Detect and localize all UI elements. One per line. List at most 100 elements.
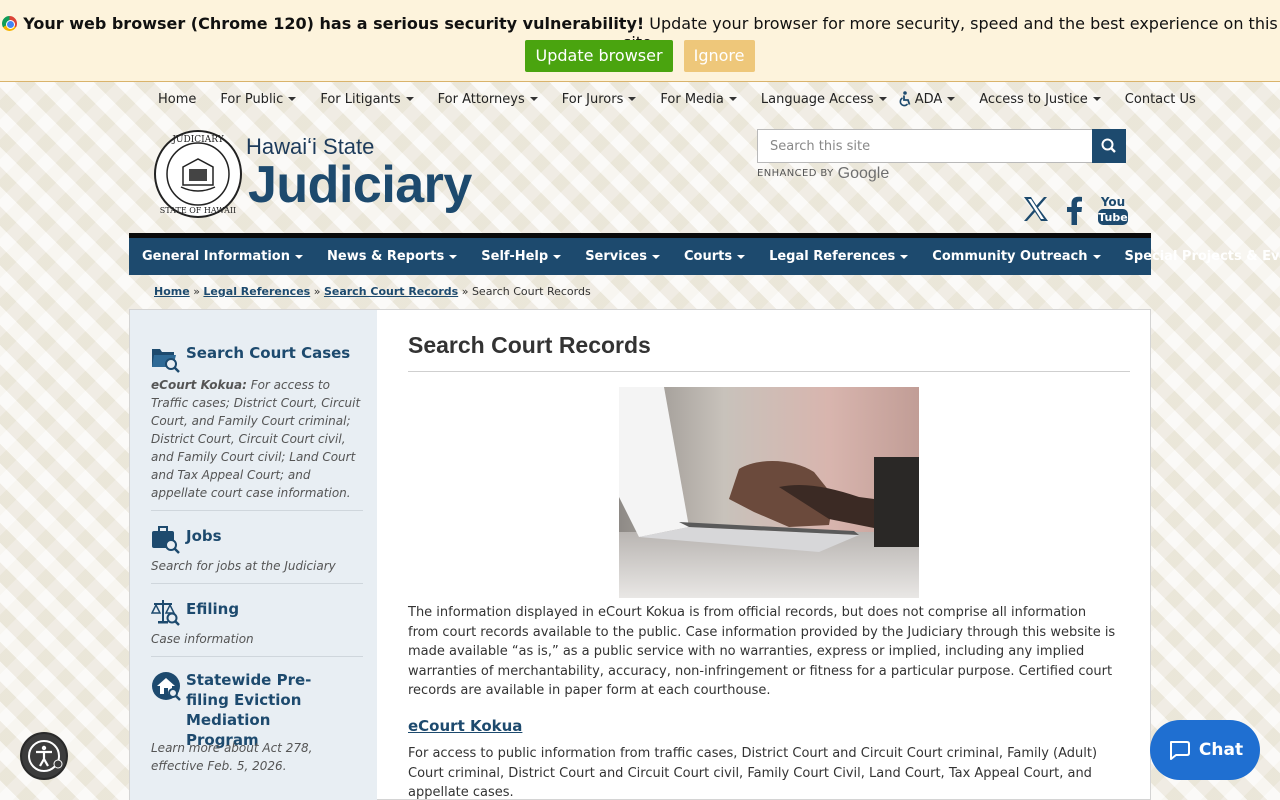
breadcrumb-sep: » — [313, 285, 321, 298]
topnav-for-jurors[interactable]: For Jurors — [562, 91, 637, 107]
caret-down-icon — [449, 254, 458, 259]
topnav-for-public-label: For Public — [220, 91, 284, 107]
mainnav-self-help[interactable]: Self-Help — [481, 249, 562, 264]
accessibility-button[interactable] — [20, 732, 68, 780]
topnav-language-access[interactable]: Language Access — [761, 91, 887, 107]
search-input[interactable]: Search this site — [757, 129, 1093, 163]
breadcrumb-home[interactable]: Home — [154, 285, 190, 298]
content-frame: Search Court Cases eCourt Kokua: For acc… — [129, 309, 1151, 800]
breadcrumb-search-court-records[interactable]: Search Court Records — [324, 285, 458, 298]
facebook-icon[interactable] — [1064, 194, 1084, 226]
mainnav-legal-references[interactable]: Legal References — [769, 249, 909, 264]
sidebar-item-desc-text: For access to Traffic cases; District Co… — [151, 378, 361, 500]
x-twitter-icon[interactable] — [1021, 194, 1051, 224]
breadcrumb-current: Search Court Records — [471, 285, 591, 298]
sidebar-divider — [151, 510, 363, 511]
topnav-for-jurors-label: For Jurors — [561, 91, 624, 107]
mainnav-legal-references-label: Legal References — [769, 249, 896, 264]
intro-paragraph: The information displayed in eCourt Koku… — [408, 605, 1116, 698]
logo-title[interactable]: Judiciary — [248, 155, 472, 215]
caret-down-icon — [1092, 97, 1101, 101]
chat-button[interactable]: Chat — [1150, 720, 1260, 780]
search-button[interactable] — [1092, 129, 1126, 163]
sidebar-item-title: Search Court Cases — [186, 344, 351, 362]
mainnav-self-help-label: Self-Help — [481, 249, 549, 264]
sidebar-item-desc: eCourt Kokua: For access to Traffic case… — [151, 376, 361, 502]
caret-down-icon — [288, 97, 297, 101]
topnav-for-litigants-label: For Litigants — [320, 91, 401, 107]
banner-bold-text: Your web browser (Chrome 120) has a seri… — [23, 14, 645, 33]
mainnav-special-projects-events[interactable]: Special Projects & Events — [1125, 249, 1280, 264]
topnav-access-to-justice[interactable]: Access to Justice — [979, 91, 1101, 107]
caret-down-icon — [947, 97, 956, 101]
mainnav-general-information-label: General Information — [142, 249, 290, 264]
search-icon — [1101, 138, 1116, 153]
breadcrumb-legal-references[interactable]: Legal References — [203, 285, 310, 298]
topnav-access-to-justice-label: Access to Justice — [979, 91, 1088, 107]
mainnav-community-outreach-label: Community Outreach — [932, 249, 1088, 264]
caret-down-icon — [553, 254, 562, 259]
sidebar-item-desc: Learn more about Act 278, effective Feb.… — [151, 741, 313, 773]
ecourt-kokua-link[interactable]: eCourt Kokua — [408, 717, 522, 735]
sidebar-divider — [151, 583, 363, 584]
topnav-ada[interactable]: ADA — [898, 91, 956, 107]
caret-down-icon — [295, 254, 303, 259]
topnav-home-label: Home — [158, 91, 197, 107]
mainnav-services[interactable]: Services — [585, 249, 660, 264]
sidebar-item-desc-bold: eCourt Kokua: — [151, 378, 247, 392]
svg-text:Tube: Tube — [1098, 211, 1127, 224]
caret-down-icon — [900, 254, 909, 259]
breadcrumb: Home » Legal References » Search Court R… — [154, 285, 591, 298]
laptop-typing-photo — [619, 387, 919, 598]
browser-update-banner: Your web browser (Chrome 120) has a seri… — [0, 0, 1280, 82]
topnav-for-media-label: For Media — [660, 91, 724, 107]
caret-down-icon — [651, 254, 660, 259]
sidebar-item-eviction-mediation[interactable]: Statewide Pre-filing Eviction Mediation … — [151, 670, 363, 773]
page-title: Search Court Records — [408, 332, 651, 358]
sidebar-item-search-court-cases[interactable]: Search Court Cases eCourt Kokua: For acc… — [151, 342, 363, 512]
mainnav-community-outreach[interactable]: Community Outreach — [932, 249, 1101, 264]
scales-search-icon — [151, 600, 180, 626]
svg-text:You: You — [1100, 195, 1125, 209]
topnav-home[interactable]: Home — [158, 91, 196, 107]
google-wordmark: Google — [837, 165, 890, 182]
main-nav: General Information News & Reports Self-… — [129, 233, 1280, 275]
mainnav-news-reports[interactable]: News & Reports — [327, 249, 458, 264]
sidebar-item-jobs[interactable]: Jobs Search for jobs at the Judiciary — [151, 524, 363, 580]
topnav-for-litigants[interactable]: For Litigants — [320, 91, 414, 107]
topnav-language-access-label: Language Access — [760, 91, 874, 107]
ecourt-description: For access to public information from tr… — [408, 746, 1098, 800]
topnav-for-public[interactable]: For Public — [220, 91, 297, 107]
enhanced-by-google: ENHANCED BY Google — [757, 165, 889, 183]
mainnav-news-reports-label: News & Reports — [327, 249, 445, 264]
briefcase-search-icon — [152, 526, 180, 554]
mainnav-general-information[interactable]: General Information — [142, 249, 303, 264]
mainnav-courts-label: Courts — [683, 249, 733, 264]
chat-label: Chat — [1198, 740, 1244, 760]
caret-down-icon — [878, 97, 887, 101]
caret-down-icon — [529, 97, 538, 101]
house-search-icon — [152, 672, 181, 701]
mainnav-courts[interactable]: Courts — [683, 249, 746, 264]
svg-text:JUDICIARY: JUDICIARY — [171, 135, 224, 145]
ignore-button[interactable]: Ignore — [683, 40, 755, 72]
update-browser-button[interactable]: Update browser — [525, 40, 673, 72]
accessibility-icon — [28, 740, 63, 772]
mainnav-special-projects-events-label: Special Projects & Events — [1124, 249, 1280, 264]
sidebar-item-desc: Search for jobs at the Judiciary — [151, 559, 336, 573]
sidebar-item-desc: Case information — [151, 632, 254, 646]
sidebar-item-efiling[interactable]: Efiling Case information — [151, 597, 363, 653]
breadcrumb-sep: » — [193, 285, 200, 298]
sidebar-item-title: Jobs — [186, 527, 222, 545]
top-nav: Home For Public For Litigants For Attorn… — [158, 91, 1196, 107]
caret-down-icon — [737, 254, 746, 259]
caret-down-icon — [405, 97, 414, 101]
sidebar-divider — [151, 656, 363, 657]
topnav-for-media[interactable]: For Media — [660, 91, 737, 107]
topnav-for-attorneys[interactable]: For Attorneys — [438, 91, 538, 107]
judiciary-seal-logo[interactable]: JUDICIARY STATE OF HAWAII — [153, 129, 243, 219]
youtube-icon[interactable]: You Tube — [1097, 194, 1129, 226]
caret-down-icon — [1092, 254, 1101, 259]
topnav-contact-us[interactable]: Contact Us — [1125, 91, 1196, 107]
title-divider — [408, 371, 1130, 372]
